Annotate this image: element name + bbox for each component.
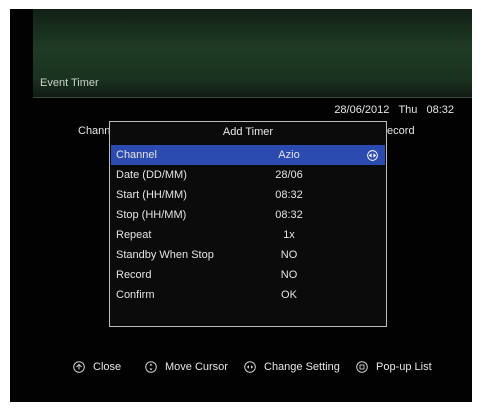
row-value: OK <box>281 289 297 301</box>
row-label: Confirm <box>116 289 155 301</box>
row-label: Standby When Stop <box>116 249 214 261</box>
row-confirm[interactable]: Confirm OK <box>111 285 385 305</box>
row-value: 08:32 <box>275 189 303 201</box>
row-value: 1x <box>283 229 295 241</box>
row-channel[interactable]: Channel Azio <box>111 145 385 165</box>
footer-popup-label: Pop-up List <box>376 361 432 373</box>
row-value: 08:32 <box>275 209 303 221</box>
background-column-channel: Chann <box>78 125 111 137</box>
footer-close[interactable]: Close <box>73 361 121 373</box>
navigation-arrows-icon <box>145 361 157 373</box>
clock-display: 28/06/2012 Thu 08:32 <box>328 104 454 116</box>
ok-key-icon <box>356 361 368 373</box>
row-value: 28/06 <box>275 169 303 181</box>
row-record[interactable]: Record NO <box>111 265 385 285</box>
exit-key-icon <box>73 361 85 373</box>
row-stop[interactable]: Stop (HH/MM) 08:32 <box>111 205 385 225</box>
row-label: Record <box>116 269 152 281</box>
footer-close-label: Close <box>93 361 122 373</box>
row-standby-when-stop[interactable]: Standby When Stop NO <box>111 245 385 265</box>
row-repeat[interactable]: Repeat 1x <box>111 225 385 245</box>
screen-title: Event Timer <box>40 77 99 89</box>
footer-change-label: Change Setting <box>264 361 340 373</box>
row-value: NO <box>280 269 298 281</box>
footer-popup-list[interactable]: Pop-up List <box>356 361 432 373</box>
row-label: Channel <box>116 149 157 161</box>
current-weekday: Thu <box>398 104 418 116</box>
current-date: 28/06/2012 <box>334 104 390 116</box>
add-timer-dialog: Add Timer Channel Azio Date (DD/MM) 28/0… <box>109 121 387 327</box>
current-time: 08:32 <box>426 104 454 116</box>
dialog-title: Add Timer <box>222 126 274 138</box>
row-label: Repeat <box>116 229 152 241</box>
left-right-key-icon <box>244 361 256 373</box>
footer-change-setting[interactable]: Change Setting <box>244 361 340 373</box>
row-label: Date (DD/MM) <box>116 169 187 181</box>
footer-move-label: Move Cursor <box>165 361 228 373</box>
footer-move-cursor[interactable]: Move Cursor <box>145 361 228 373</box>
row-label: Start (HH/MM) <box>116 189 187 201</box>
title-divider <box>33 97 472 98</box>
row-value: Azio <box>278 149 300 161</box>
left-right-arrows-icon[interactable] <box>367 150 378 161</box>
row-value: NO <box>280 249 298 261</box>
row-date[interactable]: Date (DD/MM) 28/06 <box>111 165 385 185</box>
row-start[interactable]: Start (HH/MM) 08:32 <box>111 185 385 205</box>
row-label: Stop (HH/MM) <box>116 209 187 221</box>
tv-screen: Event Timer 28/06/2012 Thu 08:32 Chann t… <box>10 9 472 402</box>
